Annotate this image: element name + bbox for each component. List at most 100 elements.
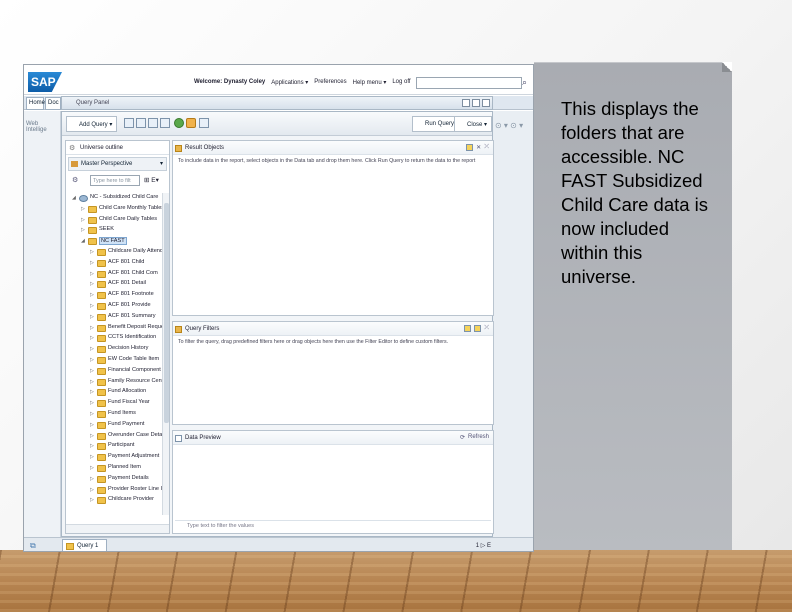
- sitemap-icon[interactable]: ⧉: [30, 541, 36, 551]
- filter-icon[interactable]: [466, 144, 474, 151]
- collapsed-arrow-icon[interactable]: ▷: [81, 217, 86, 223]
- collapsed-arrow-icon[interactable]: ▷: [90, 497, 95, 503]
- tree-item[interactable]: ◢ NC FAST: [66, 236, 162, 247]
- perspective-select[interactable]: Master Perspective ▾: [68, 157, 167, 171]
- preferences-link[interactable]: Preferences: [314, 79, 346, 86]
- result-objects-pane[interactable]: Result Objects ✕ ⤫ To include data in th…: [172, 140, 494, 316]
- expanded-arrow-icon[interactable]: ◢: [72, 195, 77, 201]
- properties-icon[interactable]: [160, 118, 170, 128]
- tree-horizontal-scrollbar[interactable]: [66, 524, 169, 533]
- collapsed-arrow-icon[interactable]: ▷: [90, 325, 95, 331]
- search-icon[interactable]: ⌕: [522, 77, 532, 89]
- tree-item[interactable]: ▷ ACF 801 Footnote: [66, 290, 162, 301]
- collapsed-arrow-icon[interactable]: ▷: [90, 281, 95, 287]
- combined-query-icon[interactable]: [148, 118, 158, 128]
- tree-item[interactable]: ▷ Overunder Case Detail: [66, 431, 162, 442]
- collapsed-arrow-icon[interactable]: ▷: [90, 400, 95, 406]
- collapsed-arrow-icon[interactable]: ▷: [90, 454, 95, 460]
- tree-item[interactable]: ▷ ACF 801 Summary: [66, 312, 162, 323]
- remove-icon[interactable]: ✕: [476, 144, 481, 151]
- data-preview-pane[interactable]: Data Preview ⟳ Refresh Type text to filt…: [172, 430, 494, 534]
- tree-item[interactable]: ▷ Financial Component: [66, 366, 162, 377]
- tab-doc[interactable]: Doc: [45, 97, 61, 110]
- link-icon[interactable]: [186, 118, 196, 128]
- tree-item[interactable]: ▷ Child Care Daily Tables: [66, 215, 162, 226]
- tab-home[interactable]: Home: [26, 97, 45, 110]
- tree-item[interactable]: ▷ CCTS Identification: [66, 333, 162, 344]
- collapsed-arrow-icon[interactable]: ▷: [90, 314, 95, 320]
- collapsed-arrow-icon[interactable]: ▷: [90, 411, 95, 417]
- collapsed-arrow-icon[interactable]: ▷: [90, 335, 95, 341]
- close-button[interactable]: Close ▾: [454, 116, 493, 132]
- document-icon[interactable]: [199, 118, 209, 128]
- collapsed-arrow-icon[interactable]: ▷: [90, 487, 95, 493]
- tree-item[interactable]: ▷ Child Care Monthly Tables: [66, 204, 162, 215]
- header-search-input[interactable]: [416, 77, 522, 89]
- tree-item[interactable]: ▷ Family Resource Center: [66, 377, 162, 388]
- tree-item[interactable]: ▷ Payment Details: [66, 474, 162, 485]
- collapsed-arrow-icon[interactable]: ▷: [90, 260, 95, 266]
- collapsed-arrow-icon[interactable]: ▷: [90, 249, 95, 255]
- settings-icon[interactable]: ⚙: [72, 176, 78, 184]
- tree-item[interactable]: ▷ Fund Payment: [66, 420, 162, 431]
- globe-icon[interactable]: [174, 118, 184, 128]
- refresh-icon[interactable]: ⟳: [460, 434, 465, 441]
- outline-icon[interactable]: [124, 118, 134, 128]
- tree-item[interactable]: ▷ Fund Items: [66, 409, 162, 420]
- help-icon[interactable]: [462, 99, 470, 107]
- query-tab[interactable]: Query 1: [62, 539, 107, 551]
- tree-item[interactable]: ▷ Provider Roster Line In: [66, 485, 162, 496]
- help-menu[interactable]: Help menu ▾: [353, 79, 387, 86]
- predefined-filter-icon[interactable]: [464, 325, 472, 332]
- applications-menu[interactable]: Applications ▾: [271, 79, 308, 86]
- tree-item[interactable]: ▷ Fund Fiscal Year: [66, 398, 162, 409]
- tree-item[interactable]: ▷ ACF 801 Provide: [66, 301, 162, 312]
- refresh-button[interactable]: Refresh: [468, 434, 489, 441]
- query-filters-pane[interactable]: Query Filters ⤫ To filter the query, dra…: [172, 321, 494, 425]
- collapsed-arrow-icon[interactable]: ▷: [90, 476, 95, 482]
- collapsed-arrow-icon[interactable]: ▷: [90, 465, 95, 471]
- tree-item[interactable]: ▷ Childcare Provider: [66, 495, 162, 506]
- outline-search-input[interactable]: Type here to filt: [90, 175, 140, 186]
- tree-item[interactable]: ▷ Benefit Deposit Reques: [66, 323, 162, 334]
- collapsed-arrow-icon[interactable]: ▷: [90, 346, 95, 352]
- collapsed-arrow-icon[interactable]: ▷: [90, 368, 95, 374]
- tree-vertical-scrollbar[interactable]: [162, 193, 169, 515]
- run-query-button[interactable]: Run Query: [412, 116, 460, 132]
- add-query-button[interactable]: Add Query ▾: [66, 116, 118, 132]
- page-navigation[interactable]: 1 ▷ E: [476, 542, 491, 549]
- filter-icon[interactable]: [136, 118, 146, 128]
- remove-all-icon[interactable]: ⤫: [484, 144, 489, 151]
- tree-item[interactable]: ▷ Fund Allocation: [66, 387, 162, 398]
- custom-filter-icon[interactable]: [474, 325, 482, 332]
- remove-filters-icon[interactable]: ⤫: [484, 325, 489, 332]
- maximize-icon[interactable]: [472, 99, 480, 107]
- log-off-link[interactable]: Log off: [392, 79, 410, 86]
- collapsed-arrow-icon[interactable]: ▷: [90, 422, 95, 428]
- collapsed-arrow-icon[interactable]: ▷: [81, 206, 86, 212]
- collapsed-arrow-icon[interactable]: ▷: [90, 292, 95, 298]
- collapsed-arrow-icon[interactable]: ▷: [90, 443, 95, 449]
- tree-item[interactable]: ▷ Planned Item: [66, 463, 162, 474]
- tree-item[interactable]: ▷ Participant: [66, 441, 162, 452]
- collapsed-arrow-icon[interactable]: ▷: [90, 303, 95, 309]
- tree-item[interactable]: ▷ Payment Adjustment: [66, 452, 162, 463]
- expand-collapse-icon[interactable]: ⊞ E▾: [144, 176, 159, 184]
- tree-item[interactable]: ▷ Decision History: [66, 344, 162, 355]
- collapsed-arrow-icon[interactable]: ▷: [90, 433, 95, 439]
- expanded-arrow-icon[interactable]: ◢: [81, 238, 86, 244]
- collapsed-arrow-icon[interactable]: ▷: [90, 271, 95, 277]
- tree-item[interactable]: ▷ EW Code Table Item: [66, 355, 162, 366]
- close-icon[interactable]: [482, 99, 490, 107]
- tree-item[interactable]: ▷ SEEK: [66, 225, 162, 236]
- tree-item[interactable]: ◢ NC - Subsidized Child Care: [66, 193, 162, 204]
- tree-item[interactable]: ▷ ACF 801 Child: [66, 258, 162, 269]
- data-preview-filter-input[interactable]: Type text to filter the values: [175, 520, 491, 531]
- tree-item[interactable]: ▷ ACF 801 Detail: [66, 279, 162, 290]
- collapsed-arrow-icon[interactable]: ▷: [90, 357, 95, 363]
- collapsed-arrow-icon[interactable]: ▷: [90, 379, 95, 385]
- collapsed-arrow-icon[interactable]: ▷: [81, 227, 86, 233]
- tree-item[interactable]: ▷ ACF 801 Child Com: [66, 269, 162, 280]
- collapsed-arrow-icon[interactable]: ▷: [90, 389, 95, 395]
- tree-item[interactable]: ▷ Childcare Daily Attendan: [66, 247, 162, 258]
